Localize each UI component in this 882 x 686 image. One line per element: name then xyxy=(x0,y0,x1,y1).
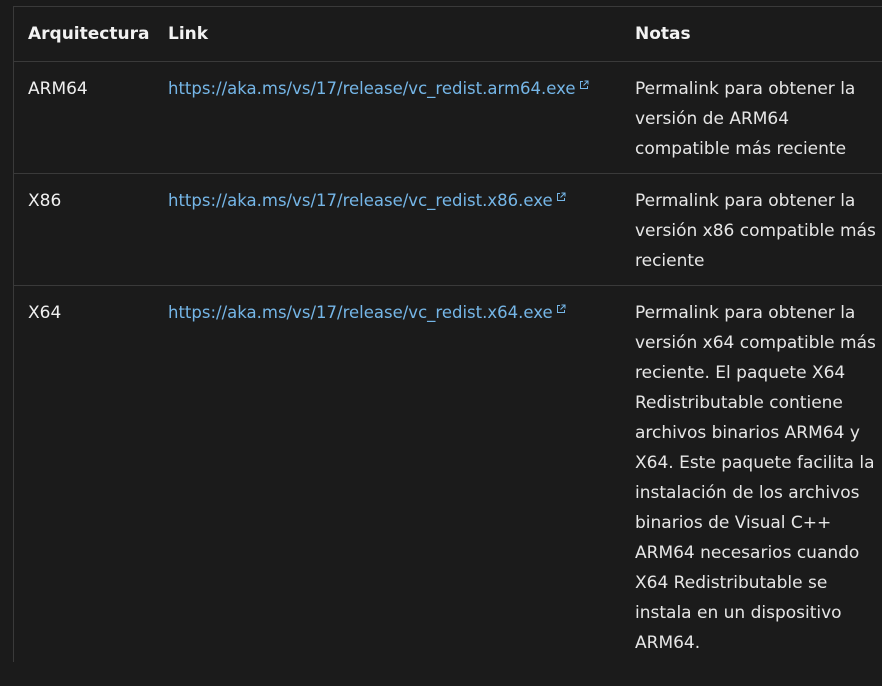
cell-notes: Permalink para obtener la versión x64 co… xyxy=(635,303,876,653)
table-body: ARM64 https://aka.ms/vs/17/release/vc_re… xyxy=(14,61,882,686)
external-link-icon xyxy=(556,192,566,201)
cell-notes: Permalink para obtener la versión de ARM… xyxy=(621,61,882,174)
cell-link: https://aka.ms/vs/17/release/vc_redist.x… xyxy=(154,286,621,686)
link-text: https://aka.ms/vs/17/release/vc_redist.x… xyxy=(168,303,553,322)
redistributable-table: Arquitectura Link Notas ARM64 https://ak… xyxy=(14,7,882,686)
cell-link: https://aka.ms/vs/17/release/vc_redist.a… xyxy=(154,61,621,174)
header-row: Arquitectura Link Notas xyxy=(14,7,882,62)
table-row: ARM64 https://aka.ms/vs/17/release/vc_re… xyxy=(14,61,882,174)
header-link: Link xyxy=(154,7,621,62)
table-row: X86 https://aka.ms/vs/17/release/vc_redi… xyxy=(14,173,882,286)
cell-architecture: ARM64 xyxy=(14,61,154,174)
cell-architecture: X86 xyxy=(14,173,154,286)
table-row: X64 https://aka.ms/vs/17/release/vc_redi… xyxy=(14,286,882,686)
cell-architecture: X64 xyxy=(28,303,62,323)
header-notes: Notas xyxy=(621,7,882,62)
external-link-icon xyxy=(579,80,589,89)
header-architecture: Arquitectura xyxy=(14,7,154,62)
download-link-x64[interactable]: https://aka.ms/vs/17/release/vc_redist.x… xyxy=(168,303,566,322)
link-text: https://aka.ms/vs/17/release/vc_redist.a… xyxy=(168,79,576,98)
redistributable-table-container: Arquitectura Link Notas ARM64 https://ak… xyxy=(13,6,882,662)
download-link-arm64[interactable]: https://aka.ms/vs/17/release/vc_redist.a… xyxy=(168,79,589,98)
external-link-icon xyxy=(556,304,566,313)
download-link-x86[interactable]: https://aka.ms/vs/17/release/vc_redist.x… xyxy=(168,191,566,210)
cell-link: https://aka.ms/vs/17/release/vc_redist.x… xyxy=(154,173,621,286)
link-text: https://aka.ms/vs/17/release/vc_redist.x… xyxy=(168,191,553,210)
cell-notes: Permalink para obtener la versión x86 co… xyxy=(621,173,882,286)
table-header: Arquitectura Link Notas xyxy=(14,7,882,62)
